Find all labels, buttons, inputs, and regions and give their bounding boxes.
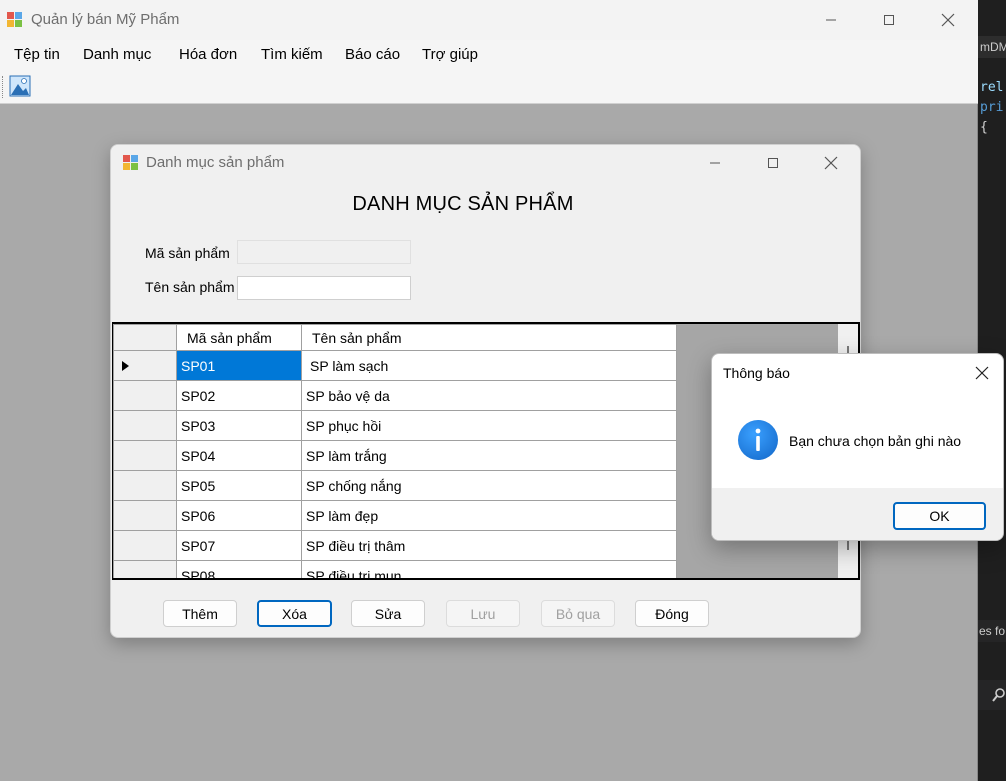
cell-code[interactable]: SP01: [176, 350, 302, 381]
form-icon: [123, 155, 139, 171]
table-row[interactable]: SP07 SP điều trị thâm: [113, 530, 677, 561]
row-header[interactable]: [113, 440, 177, 471]
message-box-close-button[interactable]: [967, 360, 997, 386]
menu-invoice[interactable]: Hóa đơn: [179, 46, 237, 63]
close-icon: [824, 156, 838, 170]
message-box: Thông báo Bạn chưa chọn bản ghi nào OK: [711, 353, 1004, 541]
save-button[interactable]: Lưu: [446, 600, 520, 627]
cell-code[interactable]: SP02: [176, 380, 302, 411]
form-title: Danh mục sản phẩm: [146, 154, 285, 171]
panel-text: es fo: [978, 620, 1006, 642]
menu-report[interactable]: Báo cáo: [345, 46, 400, 63]
edit-button[interactable]: Sửa: [351, 600, 425, 627]
search-icon: [992, 688, 1005, 702]
search-panel: [978, 680, 1006, 710]
editor-tab[interactable]: mDM: [978, 36, 1006, 58]
form-close-button[interactable]: [808, 145, 854, 181]
cell-code[interactable]: SP06: [176, 500, 302, 531]
form-maximize-button[interactable]: [750, 145, 796, 181]
minimize-icon: [826, 19, 836, 21]
maximize-icon: [768, 158, 778, 168]
toolbar-image-button[interactable]: [9, 75, 33, 99]
current-row-arrow-icon: [122, 360, 129, 371]
cell-code[interactable]: SP04: [176, 440, 302, 471]
skip-button[interactable]: Bỏ qua: [541, 600, 615, 627]
cell-code[interactable]: SP08: [176, 560, 302, 578]
cell-name[interactable]: SP làm trắng: [301, 440, 677, 471]
close-form-button[interactable]: Đóng: [635, 600, 709, 627]
menu-bar: Tệp tin Danh mục Hóa đơn Tìm kiếm Báo cá…: [0, 40, 978, 70]
app-icon: [7, 12, 23, 28]
code-line: {: [980, 120, 988, 135]
scroll-down-icon[interactable]: [847, 540, 849, 550]
cell-name[interactable]: SP bảo vệ da: [301, 380, 677, 411]
table-row[interactable]: SP04 SP làm trắng: [113, 440, 677, 471]
column-header-name[interactable]: Tên sản phẩm: [301, 324, 677, 351]
cell-name[interactable]: SP phục hồi: [301, 410, 677, 441]
code-line: rel: [980, 80, 1004, 95]
product-name-field[interactable]: [237, 276, 411, 300]
table-row[interactable]: SP08 SP điều trị mụn: [113, 560, 677, 578]
cell-name[interactable]: SP làm sạch: [301, 350, 677, 381]
row-header[interactable]: [113, 470, 177, 501]
grid-header-row: Mã sản phẩm Tên sản phẩm: [113, 324, 677, 351]
main-titlebar[interactable]: Quản lý bán Mỹ Phẩm: [0, 0, 978, 40]
cell-name[interactable]: SP điều trị thâm: [301, 530, 677, 561]
close-button[interactable]: [925, 0, 971, 40]
toolbar-grip[interactable]: [2, 76, 5, 98]
row-header[interactable]: [113, 560, 177, 578]
cell-code[interactable]: SP05: [176, 470, 302, 501]
table-row[interactable]: SP05 SP chống nắng: [113, 470, 677, 501]
product-name-label: Tên sản phẩm: [145, 279, 235, 295]
table-row[interactable]: SP01 SP làm sạch: [113, 350, 677, 381]
table-row[interactable]: SP02 SP bảo vệ da: [113, 380, 677, 411]
maximize-icon: [884, 15, 894, 25]
ok-button[interactable]: OK: [893, 502, 986, 530]
message-box-title: Thông báo: [723, 365, 790, 381]
table-row[interactable]: SP03 SP phục hồi: [113, 410, 677, 441]
message-text: Bạn chưa chọn bản ghi nào: [789, 433, 962, 449]
column-header-code[interactable]: Mã sản phẩm: [176, 324, 302, 351]
message-box-footer: OK: [712, 488, 1003, 540]
minimize-button[interactable]: [808, 0, 854, 40]
row-header[interactable]: [113, 500, 177, 531]
cell-code[interactable]: SP03: [176, 410, 302, 441]
product-code-label: Mã sản phẩm: [145, 245, 230, 261]
menu-catalog[interactable]: Danh mục: [83, 46, 151, 63]
close-icon: [941, 13, 955, 27]
close-icon: [975, 366, 989, 380]
cell-code[interactable]: SP07: [176, 530, 302, 561]
product-form-titlebar[interactable]: Danh mục sản phẩm: [111, 145, 860, 181]
cell-name[interactable]: SP làm đẹp: [301, 500, 677, 531]
code-line: pri: [980, 100, 1004, 115]
product-code-field[interactable]: [237, 240, 411, 264]
minimize-icon: [710, 162, 720, 164]
menu-help[interactable]: Trợ giúp: [422, 46, 478, 63]
cell-name[interactable]: SP điều trị mụn: [301, 560, 677, 578]
grid-corner-header[interactable]: [113, 324, 177, 351]
menu-file[interactable]: Tệp tin: [14, 46, 60, 63]
add-button[interactable]: Thêm: [163, 600, 237, 627]
row-header[interactable]: [113, 380, 177, 411]
image-icon: [9, 75, 31, 97]
delete-button[interactable]: Xóa: [257, 600, 332, 627]
cell-name[interactable]: SP chống nắng: [301, 470, 677, 501]
row-header[interactable]: [113, 350, 177, 381]
form-heading: DANH MỤC SẢN PHẨM: [352, 193, 574, 215]
form-minimize-button[interactable]: [692, 145, 738, 181]
maximize-button[interactable]: [866, 0, 912, 40]
row-header[interactable]: [113, 530, 177, 561]
information-icon: [738, 420, 778, 460]
table-row[interactable]: SP06 SP làm đẹp: [113, 500, 677, 531]
window-title: Quản lý bán Mỹ Phẩm: [31, 11, 180, 28]
toolbar: [0, 70, 978, 104]
row-header[interactable]: [113, 410, 177, 441]
menu-search[interactable]: Tìm kiếm: [261, 46, 323, 63]
